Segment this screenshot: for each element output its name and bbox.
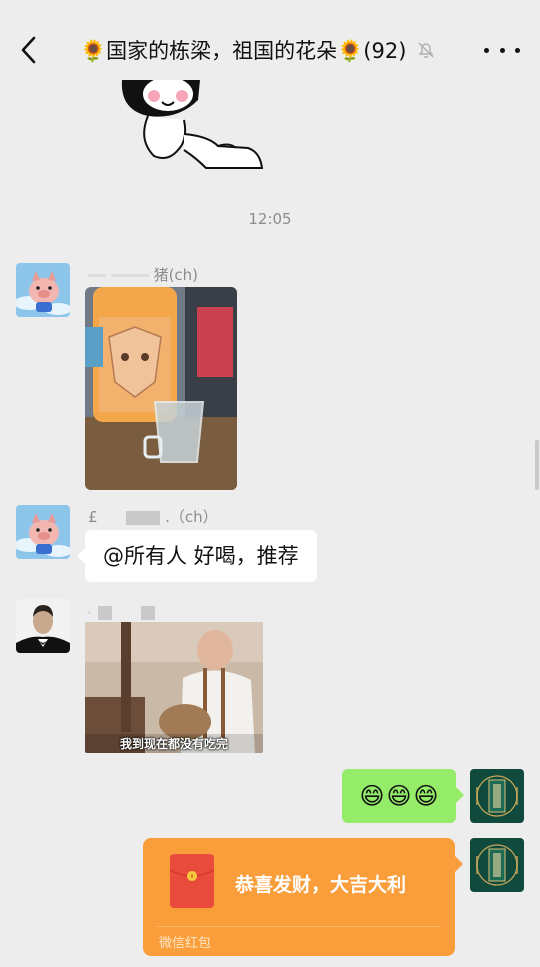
text-message-bubble[interactable]: @所有人 好喝，推荐	[77, 530, 317, 582]
pig-avatar-image	[16, 263, 70, 317]
green-label-avatar-image	[470, 769, 524, 823]
chat-title: 🌻国家的栋梁，祖国的花朵🌻(92)	[80, 39, 407, 63]
divider	[157, 926, 441, 927]
image-caption: 我到现在都没有吃完	[119, 737, 228, 751]
avatar[interactable]	[16, 599, 70, 653]
green-label-avatar-image	[470, 838, 524, 892]
bell-off-icon	[418, 42, 435, 59]
grin-emoji: 😄	[359, 782, 385, 810]
image-message[interactable]	[85, 287, 237, 490]
avatar[interactable]	[16, 505, 70, 559]
self-emoji-message-bubble[interactable]: 😄 😄 😄	[342, 769, 464, 823]
red-packet-message[interactable]: 恭喜发财，大吉大利 微信红包	[143, 838, 463, 956]
back-button[interactable]	[14, 32, 46, 68]
red-envelope-icon	[169, 854, 215, 908]
more-horizontal-icon	[484, 47, 489, 53]
meme-photo-image	[85, 622, 263, 753]
grin-emoji: 😄	[386, 782, 412, 810]
chat-title-area: 🌻国家的栋梁，祖国的花朵🌻(92)	[80, 32, 460, 68]
sender-name: £ .（ch）	[88, 508, 218, 526]
scrollbar-thumb[interactable]	[535, 440, 539, 490]
self-avatar[interactable]	[470, 838, 524, 892]
sticker-image[interactable]	[118, 80, 268, 172]
avatar[interactable]	[16, 263, 70, 317]
pig-avatar-image	[16, 505, 70, 559]
more-button[interactable]	[484, 38, 520, 62]
sender-name: 猪(ch)	[88, 265, 198, 285]
chat-header: 🌻国家的栋梁，祖国的花朵🌻(92)	[0, 0, 540, 96]
grin-emoji: 😄	[413, 782, 439, 810]
chevron-left-icon	[21, 36, 36, 64]
man-tuxedo-avatar-image	[16, 599, 70, 653]
message-timestamp: 12:05	[248, 210, 292, 228]
red-packet-label: 微信红包	[159, 936, 212, 951]
image-message[interactable]: 我到现在都没有吃完	[85, 622, 263, 753]
red-packet-greeting: 恭喜发财，大吉大利	[235, 874, 407, 896]
sender-name	[88, 602, 155, 622]
drink-photo-image	[85, 287, 237, 490]
self-avatar[interactable]	[470, 769, 524, 823]
